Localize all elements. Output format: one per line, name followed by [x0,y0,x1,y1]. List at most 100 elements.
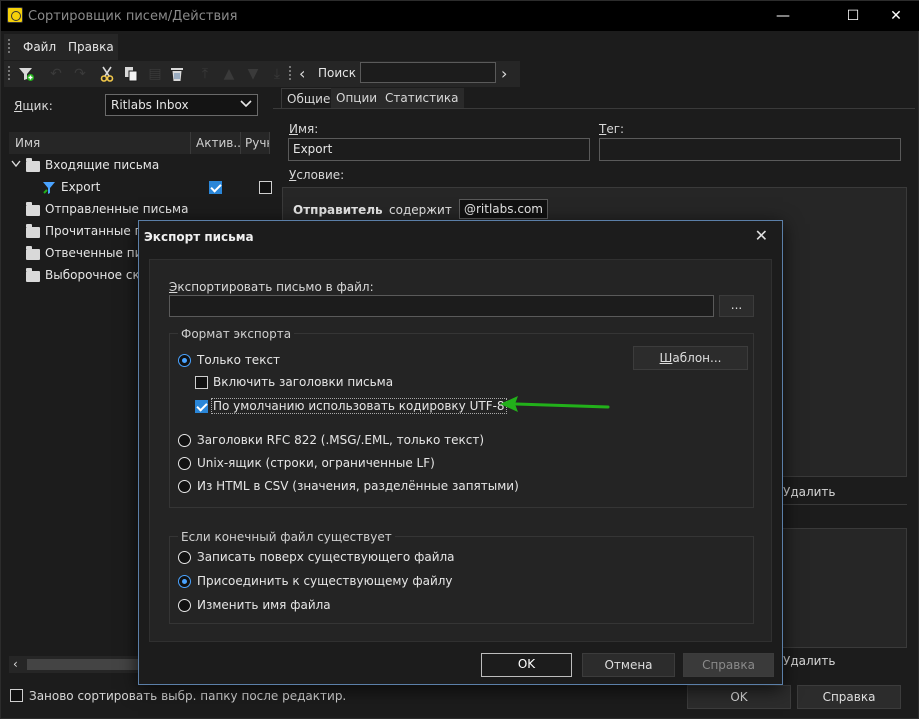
file-label: Экспортировать письмо в файл: [169,280,374,294]
format-rfc822-label[interactable]: Заголовки RFC 822 (.MSG/.EML, только тек… [197,433,484,447]
filter-icon [43,182,55,194]
help-button[interactable]: Справка [797,685,901,709]
format-csv-label[interactable]: Из HTML в CSV (значения, разделённые зап… [197,479,519,493]
redo-icon[interactable]: ↷ [72,66,88,82]
app-icon [7,7,23,23]
include-headers-label[interactable]: Включить заголовки письма [213,375,393,389]
export-active-checkbox[interactable] [209,181,222,194]
format-rfc822-radio[interactable] [178,434,191,447]
tree-scrollbar[interactable]: ‹ [9,656,139,673]
mailbox-value: Ritlabs Inbox [111,98,189,112]
format-unix-label[interactable]: Unix-ящик (строки, ограниченные LF) [197,456,435,470]
cut-icon[interactable] [99,66,115,82]
arrow-annotation-icon [500,396,610,412]
overwrite-label[interactable]: Записать поверх существующего файла [197,550,455,564]
delete-action-button[interactable]: Удалить [783,654,836,668]
rename-radio[interactable] [178,599,191,612]
folder-icon [26,158,40,172]
maximize-button[interactable]: ☐ [830,1,876,31]
condition-field-dropdown-icon[interactable]: · [372,203,376,217]
resort-checkbox[interactable] [10,689,23,702]
delete-condition-button[interactable]: Удалить [783,485,836,499]
dialog-ok-button[interactable]: OK [481,653,572,677]
search-next-icon[interactable]: › [501,66,517,82]
chevron-down-icon [240,100,252,108]
title-bar: Сортировщик писем/Действия — ☐ ✕ [1,1,919,31]
scrollbar-thumb[interactable] [27,659,139,670]
column-name[interactable]: Имя [9,132,191,154]
move-bottom-icon[interactable]: ⤓ [269,66,285,82]
folder-icon [26,202,40,216]
format-text-only-radio[interactable] [178,354,191,367]
menu-file[interactable]: Файл [23,40,56,54]
menu-bar: Файл Правка [4,34,118,60]
mailbox-select[interactable]: Ritlabs Inbox [105,94,258,116]
tree-item-label: Отправленные письма [45,202,189,216]
ok-button[interactable]: OK [687,685,791,709]
search-label: Поиск [318,66,357,80]
tag-field[interactable] [599,138,901,161]
move-top-icon[interactable]: ⤒ [197,66,213,82]
browse-button[interactable]: ... [719,295,754,317]
search-input[interactable] [360,62,496,83]
dialog-close-icon[interactable]: ✕ [755,226,768,245]
dialog-title: Экспорт письма [144,230,254,244]
folder-icon [26,246,40,260]
new-filter-icon[interactable] [18,66,34,82]
move-up-icon[interactable]: ▲ [221,66,237,82]
include-headers-checkbox[interactable] [195,376,208,389]
scroll-left-icon[interactable]: ‹ [13,657,18,671]
condition-value[interactable]: @ritlabs.com [459,199,548,219]
toolbar-grip-2 [289,66,291,82]
folder-icon [26,224,40,238]
menu-edit[interactable]: Правка [68,40,114,54]
tree-item-label: Прочитанные пи [45,224,151,238]
copy-icon[interactable] [123,66,139,82]
append-radio[interactable] [178,575,191,588]
condition-op-dropdown-icon[interactable]: · [447,203,451,217]
condition-operator[interactable]: содержит [389,203,452,217]
undo-icon[interactable]: ↶ [48,66,64,82]
format-csv-radio[interactable] [178,480,191,493]
dialog-cancel-button[interactable]: Отмена [582,653,675,677]
search-prev-icon[interactable]: ‹ [299,66,315,82]
file-path-input[interactable] [169,295,714,317]
name-field[interactable]: Export [288,138,590,161]
move-down-icon[interactable]: ▼ [245,66,261,82]
dialog-title-bar: Экспорт письма ✕ [139,221,782,251]
format-unix-radio[interactable] [178,457,191,470]
tree-item-inbox[interactable]: Входящие письма [9,154,269,176]
folder-icon [26,268,40,282]
rename-label[interactable]: Изменить имя файла [197,598,331,612]
format-group-title: Формат экспорта [178,327,295,341]
export-dialog: Экспорт письма ✕ Экспортировать письмо в… [138,220,783,685]
dialog-body: Экспортировать письмо в файл: ... Формат… [149,259,772,642]
export-manual-checkbox[interactable] [259,181,272,194]
tree-item-export[interactable]: Export [9,176,272,198]
paste-icon[interactable]: ▤ [147,66,163,82]
tree-item-sent[interactable]: Отправленные письма [9,198,269,220]
dialog-help-button[interactable]: Справка [683,653,774,677]
close-button[interactable]: ✕ [873,1,919,31]
tab-statistics[interactable]: Статистика [380,88,464,108]
append-label[interactable]: Присоединить к существующему файлу [197,574,453,588]
utf8-label[interactable]: По умолчанию использовать кодировку UTF-… [211,398,507,414]
tab-general[interactable]: Общие [281,88,337,108]
column-active[interactable]: Актив... [191,132,241,154]
minimize-button[interactable]: — [760,1,806,31]
condition-label: Условие: [289,168,345,182]
tab-options[interactable]: Опции [331,88,383,108]
delete-icon[interactable] [169,66,185,82]
separator [776,504,907,505]
format-text-only-label[interactable]: Только текст [197,353,280,367]
chevron-down-icon[interactable] [11,160,21,168]
condition-field[interactable]: Отправитель [293,203,383,217]
tag-label: Тег: [599,122,625,136]
template-button[interactable]: Шаблон... [633,346,748,370]
window-title: Сортировщик писем/Действия [28,9,238,24]
menu-grip [8,39,10,55]
column-manual[interactable]: Ручн [241,132,270,154]
utf8-checkbox[interactable] [195,400,208,413]
tree-item-label: Входящие письма [45,158,160,172]
overwrite-radio[interactable] [178,551,191,564]
